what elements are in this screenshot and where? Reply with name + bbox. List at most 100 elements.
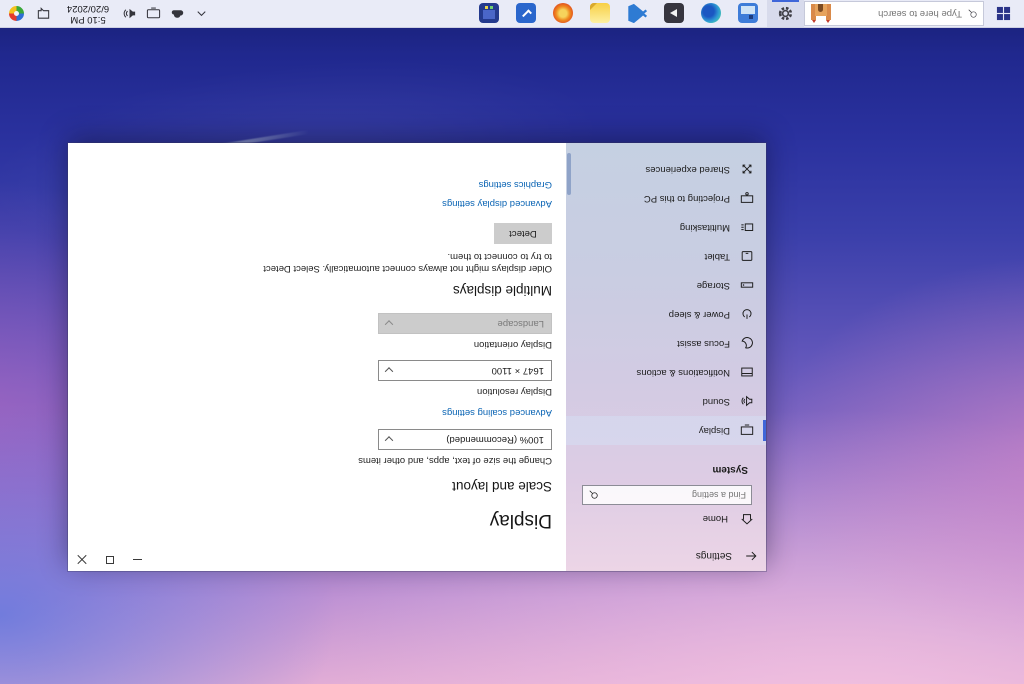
taskbar-app-movies-tv[interactable] [656, 0, 693, 27]
screen: Settings Home System Display Sound [0, 0, 1024, 684]
windows-logo-icon [997, 6, 1012, 21]
scale-caption: Change the size of text, apps, and other… [222, 454, 552, 466]
find-setting-box[interactable] [582, 485, 752, 505]
sidebar-item-label: Projecting to this PC [644, 193, 730, 204]
taskbar-app-edge[interactable] [693, 0, 730, 27]
taskbar-spacer [214, 0, 471, 27]
sidebar-item-notifications[interactable]: Notifications & actions [566, 358, 766, 387]
minimize-button[interactable] [124, 549, 152, 571]
sidebar-item-storage[interactable]: Storage [566, 271, 766, 300]
taskbar-app-mail[interactable] [508, 0, 545, 27]
system-tray: 5:10 PM 6/20/2024 [0, 0, 214, 27]
clock-time: 5:10 PM [58, 14, 118, 25]
sidebar-item-label: Storage [697, 280, 730, 291]
rotated-desktop: Settings Home System Display Sound [0, 0, 1024, 684]
settings-sidebar: Settings Home System Display Sound [566, 143, 766, 571]
search-highlight-building-icon[interactable] [810, 4, 832, 23]
sidebar-item-sound[interactable]: Sound [566, 387, 766, 416]
maximize-button[interactable] [96, 549, 124, 571]
cloud-icon [171, 6, 186, 21]
sidebar-item-shared-experiences[interactable]: Shared experiences [566, 155, 766, 184]
windows-panes-icon [740, 221, 754, 235]
taskbar-app-sticky-notes[interactable] [582, 0, 619, 27]
code-editor-icon [628, 4, 648, 24]
monitor-tray-icon [147, 6, 162, 21]
resolution-dropdown-value: 1647 × 1100 [492, 365, 544, 376]
settings-window: Settings Home System Display Sound [68, 143, 766, 571]
multiple-displays-caption: Older displays might not always connect … [260, 250, 552, 274]
window-titlebar[interactable]: Settings [566, 541, 766, 571]
detect-button[interactable]: Detect [494, 223, 552, 244]
taskbar-search-box[interactable] [804, 1, 984, 26]
scale-layout-heading: Scale and layout [222, 478, 552, 495]
page-title: Display [222, 509, 552, 531]
crescent-moon-icon [740, 337, 754, 351]
taskbar-app-vscode[interactable] [619, 0, 656, 27]
sidebar-item-label: Power & sleep [669, 309, 730, 320]
settings-content: Display Scale and layout Change the size… [68, 143, 566, 571]
taskbar-search-input[interactable] [837, 8, 962, 19]
pinwheel-tray-button[interactable] [4, 0, 30, 27]
orientation-dropdown-value: Landscape [498, 318, 544, 329]
back-button[interactable] [736, 541, 766, 571]
resolution-caption: Display resolution [222, 385, 552, 397]
sidebar-item-projecting[interactable]: Projecting to this PC [566, 184, 766, 213]
close-button[interactable] [68, 549, 96, 571]
gear-icon [777, 5, 794, 22]
back-arrow-icon [744, 549, 758, 563]
mail-check-icon [517, 4, 537, 24]
cross-arrows-icon [740, 163, 754, 177]
graphics-settings-link[interactable]: Graphics settings [479, 179, 552, 190]
sidebar-item-display[interactable]: Display [566, 416, 766, 445]
onedrive-tray-button[interactable] [166, 0, 190, 27]
sidebar-item-tablet[interactable]: Tablet [566, 242, 766, 271]
display-tray-button[interactable] [142, 0, 166, 27]
flag-icon [812, 20, 816, 23]
firefox-browser-icon [554, 4, 574, 24]
tablet-icon [740, 250, 754, 264]
scale-dropdown[interactable]: 100% (Recommended) [378, 429, 552, 450]
sidebar-item-label: Focus assist [677, 338, 730, 349]
taskbar-app-settings[interactable] [767, 0, 804, 27]
monitor-icon [740, 424, 754, 438]
hidden-icons-button[interactable] [190, 0, 214, 27]
taskbar-app-file-explorer[interactable] [730, 0, 767, 27]
advanced-scaling-link[interactable]: Advanced scaling settings [442, 407, 552, 418]
sidebar-item-label: Notifications & actions [637, 367, 730, 378]
sidebar-scrollbar-thumb[interactable] [567, 153, 571, 195]
multiple-displays-heading: Multiple displays [222, 282, 552, 299]
power-icon [740, 308, 754, 322]
file-explorer-icon [739, 4, 759, 24]
taskbar: 5:10 PM 6/20/2024 [0, 0, 1024, 28]
home-label: Home [703, 514, 728, 525]
taskbar-clock[interactable]: 5:10 PM 6/20/2024 [58, 3, 118, 24]
action-center-button[interactable] [30, 0, 58, 27]
color-pinwheel-icon [10, 6, 25, 21]
sidebar-item-home[interactable]: Home [566, 505, 766, 533]
window-title: Settings [696, 551, 732, 562]
search-icon [967, 8, 978, 19]
volume-tray-button[interactable] [118, 0, 142, 27]
drive-icon [740, 279, 754, 293]
orientation-caption: Display orientation [222, 338, 552, 350]
resolution-dropdown[interactable]: 1647 × 1100 [378, 360, 552, 381]
sidebar-item-focus-assist[interactable]: Focus assist [566, 329, 766, 358]
home-icon [740, 512, 754, 526]
sidebar-item-multitasking[interactable]: Multitasking [566, 213, 766, 242]
start-button[interactable] [984, 0, 1024, 27]
sidebar-nav: Display Sound Notifications & actions Fo… [566, 155, 766, 445]
taskbar-app-firefox[interactable] [545, 0, 582, 27]
taskbar-app-store[interactable] [471, 0, 508, 27]
sidebar-item-power-sleep[interactable]: Power & sleep [566, 300, 766, 329]
edge-browser-icon [702, 4, 722, 24]
clock-date: 6/20/2024 [58, 3, 118, 14]
advanced-display-link[interactable]: Advanced display settings [442, 198, 552, 209]
chevron-up-icon [195, 6, 210, 21]
banner-icon [740, 366, 754, 380]
sidebar-item-label: Multitasking [680, 222, 730, 233]
maximize-icon [106, 556, 114, 564]
action-center-icon [37, 6, 52, 21]
sidebar-section-label: System [712, 464, 748, 475]
speaker-icon [740, 395, 754, 409]
find-setting-input[interactable] [599, 490, 746, 500]
